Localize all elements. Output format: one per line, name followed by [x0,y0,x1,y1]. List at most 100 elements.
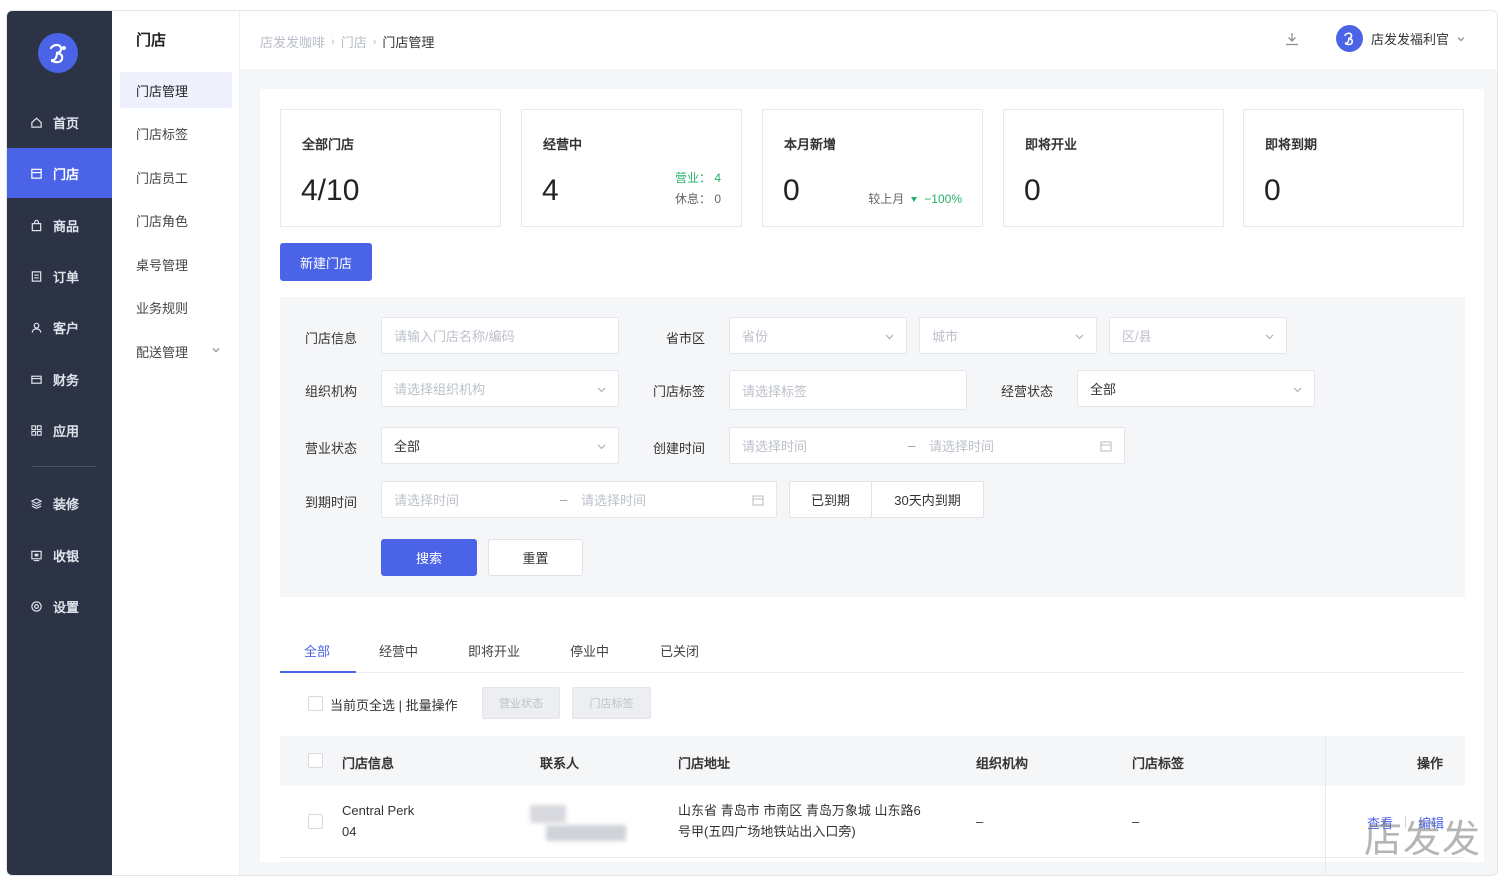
cashier-icon [29,548,43,562]
stat-label: 本月新增 [784,137,837,152]
stat-compare: 较上月 −100% [868,190,962,207]
column-header: 操作 [1417,756,1444,771]
stat-card-operating: 经营中 4 营业： 4 休息： 0 [521,109,742,227]
nav-goods[interactable]: 商品 [7,200,112,250]
user-name: 店发发福利官 [1370,32,1449,47]
select-page-checkbox[interactable] [308,696,323,711]
chevron-down-icon [597,444,606,450]
nav-home[interactable]: 首页 [7,97,112,147]
stat-breakdown: 营业： 4 休息： 0 [675,168,721,210]
subnav-store-tags[interactable]: 门店标签 [120,115,232,151]
expire-range-picker[interactable]: 请选择时间 – 请选择时间 [381,481,777,518]
subnav-business-rules[interactable]: 业务规则 [120,289,232,325]
filter-label-region: 省市区 [665,331,705,346]
nav-settings[interactable]: 设置 [7,581,112,631]
tab-all[interactable]: 全部 [304,641,330,660]
nav-orders-label: 订单 [53,269,80,285]
province-select[interactable]: 省份 [729,317,907,354]
filter-label-open-status: 营业状态 [304,441,357,456]
breadcrumb: 店发发咖啡 › 门店 › 门店管理 [260,32,434,51]
bulk-tag-button[interactable]: 门店标签 [572,687,651,719]
subnav-store-manage[interactable]: 门店管理 [120,72,232,108]
bulk-status-button[interactable]: 营业状态 [482,687,560,719]
tab-operating[interactable]: 经营中 [379,641,418,660]
placeholder: 城市 [932,329,959,344]
nav-divider [32,466,96,467]
nav-customers-label: 客户 [53,320,80,336]
chevron-down-icon [1265,334,1274,340]
subnav-table-numbers[interactable]: 桌号管理 [120,246,232,282]
subnav-label: 业务规则 [136,300,189,316]
nav-apps[interactable]: 应用 [7,405,112,455]
column-header: 门店信息 [342,756,395,771]
user-menu[interactable]: 店发发福利官 [1335,25,1465,52]
main-sidebar: 首页 门店 商品 订单 客户 财务 应用 装修 收银 设置 [7,11,112,875]
search-button[interactable]: 搜索 [381,539,477,576]
new-store-button[interactable]: 新建门店 [280,243,372,281]
store-code: 04 [342,824,357,839]
calendar-icon [752,495,764,506]
rest-value: 0 [714,192,721,206]
expired-button[interactable]: 已到期 [789,481,872,518]
city-select[interactable]: 城市 [919,317,1097,354]
fixed-column-divider [1325,736,1326,875]
org-select[interactable]: 请选择组织机构 [381,370,619,407]
subnav-delivery[interactable]: 配送管理 [120,333,232,369]
brand-logo[interactable] [38,33,78,73]
subnav-label: 门店角色 [136,213,189,229]
bulk-label: 当前页全选 | 批量操作 [330,698,458,713]
download-icon[interactable] [1283,30,1301,48]
column-header: 联系人 [540,756,580,771]
nav-decoration-label: 装修 [53,496,80,512]
table-header: 门店信息 联系人 门店地址 组织机构 门店标签 操作 [280,736,1465,786]
placeholder: 区/县 [1122,329,1152,344]
rest-label: 休息： [674,192,711,206]
select-value: 全部 [394,439,421,454]
open-status-select[interactable]: 全部 [381,427,619,464]
watermark: 店发发 [1363,817,1481,861]
tab-active-indicator [280,671,356,673]
contact-redacted [530,805,566,823]
store-info-input[interactable]: 请输入门店名称/编码 [381,317,619,354]
district-select[interactable]: 区/县 [1109,317,1287,354]
open-label: 营业： [674,171,711,185]
chevron-down-icon [212,348,220,353]
nav-goods-label: 商品 [53,218,80,234]
breadcrumb-separator-icon: › [372,35,377,48]
breadcrumb-item[interactable]: 门店 [341,32,367,51]
status-tabs: 全部 经营中 即将开业 停业中 已关闭 [280,629,1465,673]
subnav-store-staff[interactable]: 门店员工 [120,159,232,195]
breadcrumb-item[interactable]: 店发发咖啡 [260,32,325,51]
nav-customers[interactable]: 客户 [7,302,112,352]
nav-home-label: 首页 [53,115,80,131]
subnav-store-roles[interactable]: 门店角色 [120,202,232,238]
nav-cashier[interactable]: 收银 [7,530,112,580]
tab-suspended[interactable]: 停业中 [570,641,609,660]
filter-label-biz-status: 经营状态 [1000,384,1053,399]
select-value: 全部 [1090,382,1117,397]
chevron-down-icon [885,334,894,340]
avatar [1335,25,1363,52]
select-all-checkbox[interactable] [308,753,323,768]
stat-label: 经营中 [543,137,583,152]
chevron-down-icon [597,387,606,393]
tab-opening-soon[interactable]: 即将开业 [468,641,520,660]
reset-button[interactable]: 重置 [488,539,583,576]
row-checkbox[interactable] [308,814,323,829]
nav-finance[interactable]: 财务 [7,354,112,404]
tags-select[interactable]: 请选择标签 [729,370,967,410]
nav-orders[interactable]: 订单 [7,251,112,301]
biz-status-select[interactable]: 全部 [1077,370,1315,407]
nav-store[interactable]: 门店 [7,148,112,198]
filter-label-org: 组织机构 [304,384,357,399]
tag-cell: – [1132,814,1140,829]
nav-decoration[interactable]: 装修 [7,478,112,528]
stat-label: 即将到期 [1265,137,1318,152]
created-range-picker[interactable]: 请选择时间 – 请选择时间 [729,427,1125,464]
gear-icon [29,599,43,613]
chevron-down-icon [1457,36,1465,41]
order-icon [29,269,43,283]
expire-within-30-button[interactable]: 30天内到期 [871,481,984,518]
nav-settings-label: 设置 [53,599,80,615]
tab-closed[interactable]: 已关闭 [660,641,699,660]
